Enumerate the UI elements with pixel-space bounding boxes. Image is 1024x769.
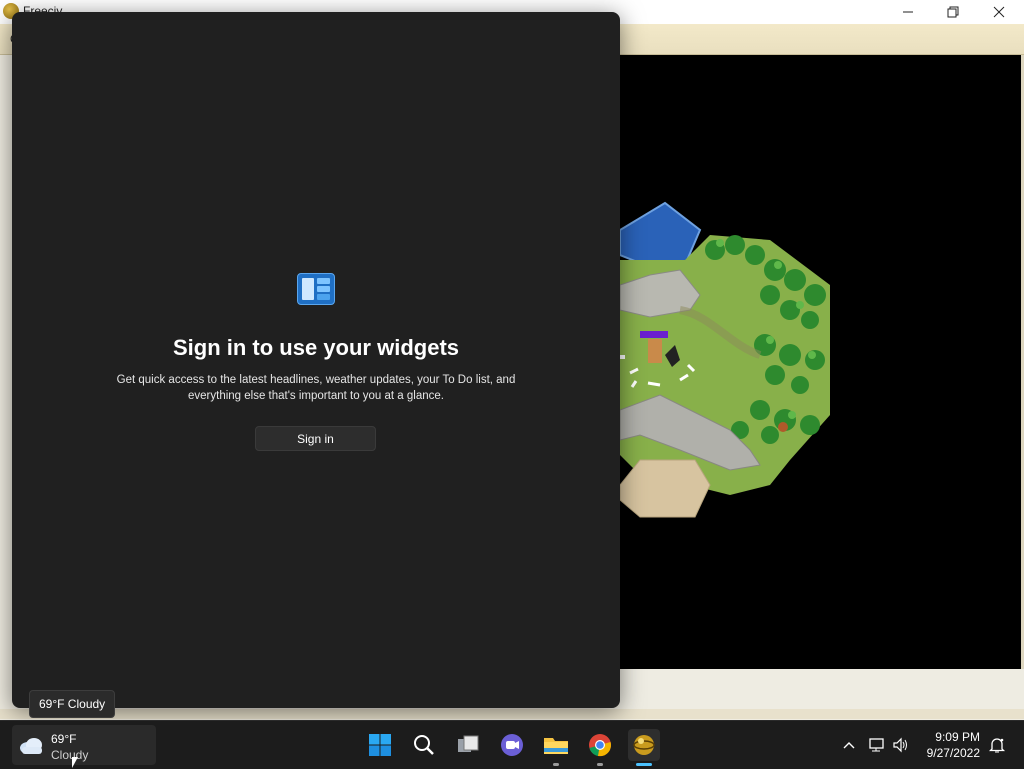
sign-in-button[interactable]: Sign in	[255, 426, 376, 451]
app-status-strip	[620, 669, 1024, 709]
restore-button[interactable]	[930, 0, 976, 24]
clock-date[interactable]: 9/27/2022	[927, 746, 980, 760]
windows-start-icon[interactable]	[364, 729, 396, 761]
freeciv-icon[interactable]	[628, 729, 660, 766]
widgets-icon	[297, 273, 335, 305]
weather-temperature: 69°F	[51, 732, 77, 746]
widgets-panel: Sign in to use your widgets Get quick ac…	[12, 12, 620, 708]
chrome-icon[interactable]	[584, 729, 616, 766]
volume-icon[interactable]	[890, 721, 912, 769]
active-indicator	[636, 763, 652, 766]
file-explorer-icon[interactable]	[540, 729, 572, 766]
chevron-up-icon[interactable]	[838, 721, 860, 769]
weather-tooltip: 69°F Cloudy	[29, 690, 116, 718]
task-view-icon[interactable]	[452, 729, 484, 761]
widgets-heading: Sign in to use your widgets	[172, 335, 460, 360]
network-icon[interactable]	[866, 721, 888, 769]
map-tiles	[620, 201, 830, 518]
weather-widget[interactable]: 69°F Cloudy	[12, 725, 156, 765]
mouse-cursor	[72, 757, 78, 768]
app-bottom-band	[0, 709, 1024, 719]
notification-icon[interactable]	[986, 721, 1008, 769]
widgets-description: Get quick access to the latest headlines…	[116, 374, 516, 402]
taskbar: 69°F Cloudy 9:09 PM 9/27/2022	[0, 720, 1024, 769]
game-map[interactable]	[620, 55, 1021, 669]
minimize-button[interactable]	[885, 0, 931, 24]
teams-chat-icon[interactable]	[496, 729, 528, 761]
cloud-icon	[20, 738, 42, 754]
search-icon[interactable]	[408, 729, 440, 761]
running-indicator	[597, 763, 603, 766]
running-indicator	[553, 763, 559, 766]
weather-condition: Cloudy	[51, 748, 89, 762]
close-button[interactable]	[976, 0, 1022, 24]
clock-time[interactable]: 9:09 PM	[935, 730, 980, 744]
